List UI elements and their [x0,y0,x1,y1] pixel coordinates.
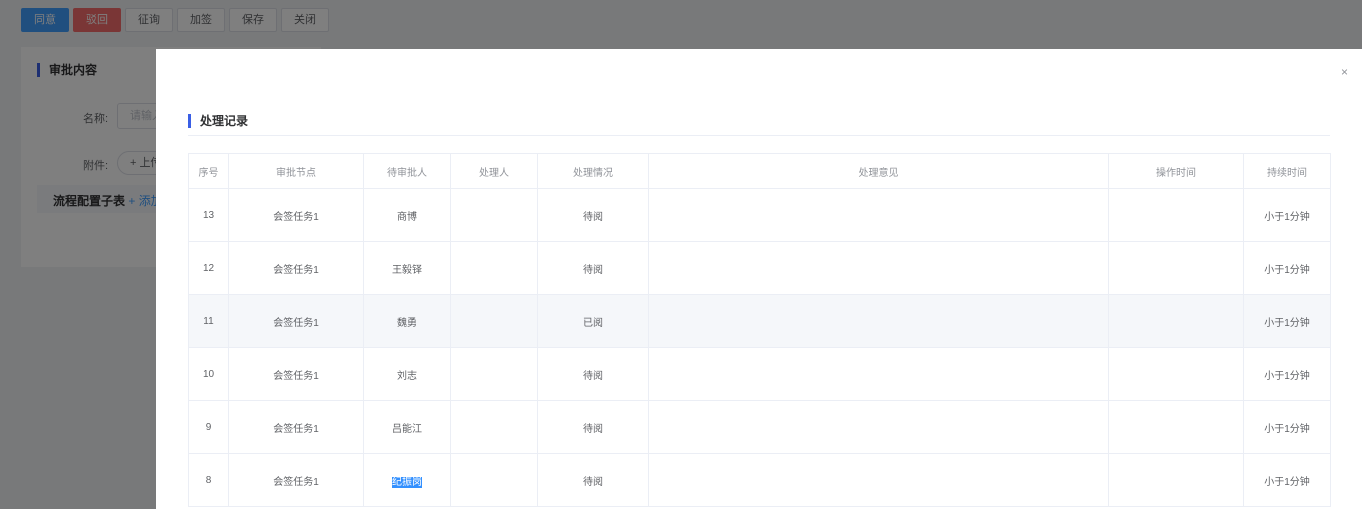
table-cell: 刘志 [363,347,451,401]
table-cell: 13 [188,188,229,242]
table-cell: 小于1分钟 [1243,188,1331,242]
cell-text: 小于1分钟 [1264,264,1310,276]
cell-text: 会签任务1 [273,264,319,276]
cell-text: 10 [202,368,215,380]
table-cell [648,347,1109,401]
cell-text: 待阅 [583,370,603,382]
cell-text: 13 [202,209,215,221]
table-row[interactable]: 9 会签任务1 吕能江 待阅 小于1分钟 [188,400,1331,454]
table-cell [450,453,538,507]
table-cell: 商博 [363,188,451,242]
table-row[interactable]: 10 会签任务1 刘志 待阅 小于1分钟 [188,347,1331,401]
cell-text: 待阅 [583,423,603,435]
column-header: 持续时间 [1243,153,1331,189]
table-cell: 待阅 [537,347,649,401]
table-cell [1108,188,1244,242]
column-header: 序号 [188,153,229,189]
column-header: 处理情况 [537,153,649,189]
table-row[interactable]: 8 会签任务1 纪振岗 待阅 小于1分钟 [188,453,1331,507]
table-cell: 会签任务1 [228,294,364,348]
table-cell [450,347,538,401]
table-cell: 12 [188,241,229,295]
cell-text: 小于1分钟 [1264,211,1310,223]
cell-text: 吕能江 [392,423,422,435]
cell-text: 会签任务1 [273,423,319,435]
table-header: 序号 审批节点 待审批人 处理人 处理情况 处理意见 操作时间 持续时间 [188,153,1331,189]
table-cell: 王毅铎 [363,241,451,295]
table-cell: 8 [188,453,229,507]
table-row[interactable]: 12 会签任务1 王毅铎 待阅 小于1分钟 [188,241,1331,295]
table-cell: 待阅 [537,241,649,295]
cell-text: 王毅铎 [392,264,422,276]
record-table: 序号 审批节点 待审批人 处理人 处理情况 处理意见 操作时间 持续时间 13 会签任务1 商博待… [188,153,1331,507]
dialog-section-title: 处理记录 [188,114,248,128]
table-cell: 小于1分钟 [1243,400,1331,454]
table-cell: 10 [188,347,229,401]
cell-text: 会签任务1 [273,370,319,382]
table-cell [450,294,538,348]
table-cell [450,400,538,454]
cell-text: 已阅 [583,317,603,329]
table-cell: 吕能江 [363,400,451,454]
cell-text: 纪振岗 [392,476,422,488]
table-cell [648,400,1109,454]
table-cell: 会签任务1 [228,453,364,507]
column-header: 处理人 [450,153,538,189]
table-cell: 小于1分钟 [1243,453,1331,507]
cell-text: 小于1分钟 [1264,370,1310,382]
table-cell: 会签任务1 [228,241,364,295]
cell-text: 会签任务1 [273,476,319,488]
table-cell [450,241,538,295]
table-cell [648,294,1109,348]
table-row[interactable]: 13 会签任务1 商博 待阅 小于1分钟 [188,188,1331,242]
cell-text: 待阅 [583,211,603,223]
table-cell: 小于1分钟 [1243,294,1331,348]
table-cell: 待阅 [537,453,649,507]
cell-text: 魏勇 [397,317,417,329]
cell-text: 9 [205,421,212,433]
table-cell: 9 [188,400,229,454]
cell-text: 8 [205,474,212,486]
table-cell: 小于1分钟 [1243,347,1331,401]
cell-text: 小于1分钟 [1264,423,1310,435]
table-cell: 待阅 [537,188,649,242]
cell-text: 会签任务1 [273,317,319,329]
cell-text: 待阅 [583,264,603,276]
table-cell [1108,347,1244,401]
table-cell: 小于1分钟 [1243,241,1331,295]
table-cell: 会签任务1 [228,188,364,242]
divider [188,135,1330,136]
table-cell: 会签任务1 [228,400,364,454]
table-cell [648,188,1109,242]
cell-text: 待阅 [583,476,603,488]
table-cell [1108,453,1244,507]
table-cell [1108,294,1244,348]
table-cell [450,188,538,242]
table-cell: 已阅 [537,294,649,348]
cell-text: 12 [202,262,215,274]
table-cell [1108,400,1244,454]
column-header: 待审批人 [363,153,451,189]
table-cell: 11 [188,294,229,348]
column-header: 处理意见 [648,153,1109,189]
table-row[interactable]: 11 会签任务1 魏勇 已阅 小于1分钟 [188,294,1331,348]
table-cell: 魏勇 [363,294,451,348]
table-cell: 会签任务1 [228,347,364,401]
column-header: 审批节点 [228,153,364,189]
table-cell: 纪振岗 [363,453,451,507]
cell-text: 会签任务1 [273,211,319,223]
cell-text: 小于1分钟 [1264,476,1310,488]
table-cell: 待阅 [537,400,649,454]
cell-text: 商博 [397,211,417,223]
table-cell [648,453,1109,507]
cell-text: 小于1分钟 [1264,317,1310,329]
table-cell [1108,241,1244,295]
table-cell [648,241,1109,295]
cell-text: 11 [203,315,214,327]
cell-text: 刘志 [397,370,417,382]
column-header: 操作时间 [1108,153,1244,189]
close-icon[interactable]: × [1341,65,1348,79]
process-record-dialog: × 处理记录 序号 审批节点 待审批人 处理人 处理情况 处理意见 操作时间 持续时间 13 会… [156,49,1362,509]
